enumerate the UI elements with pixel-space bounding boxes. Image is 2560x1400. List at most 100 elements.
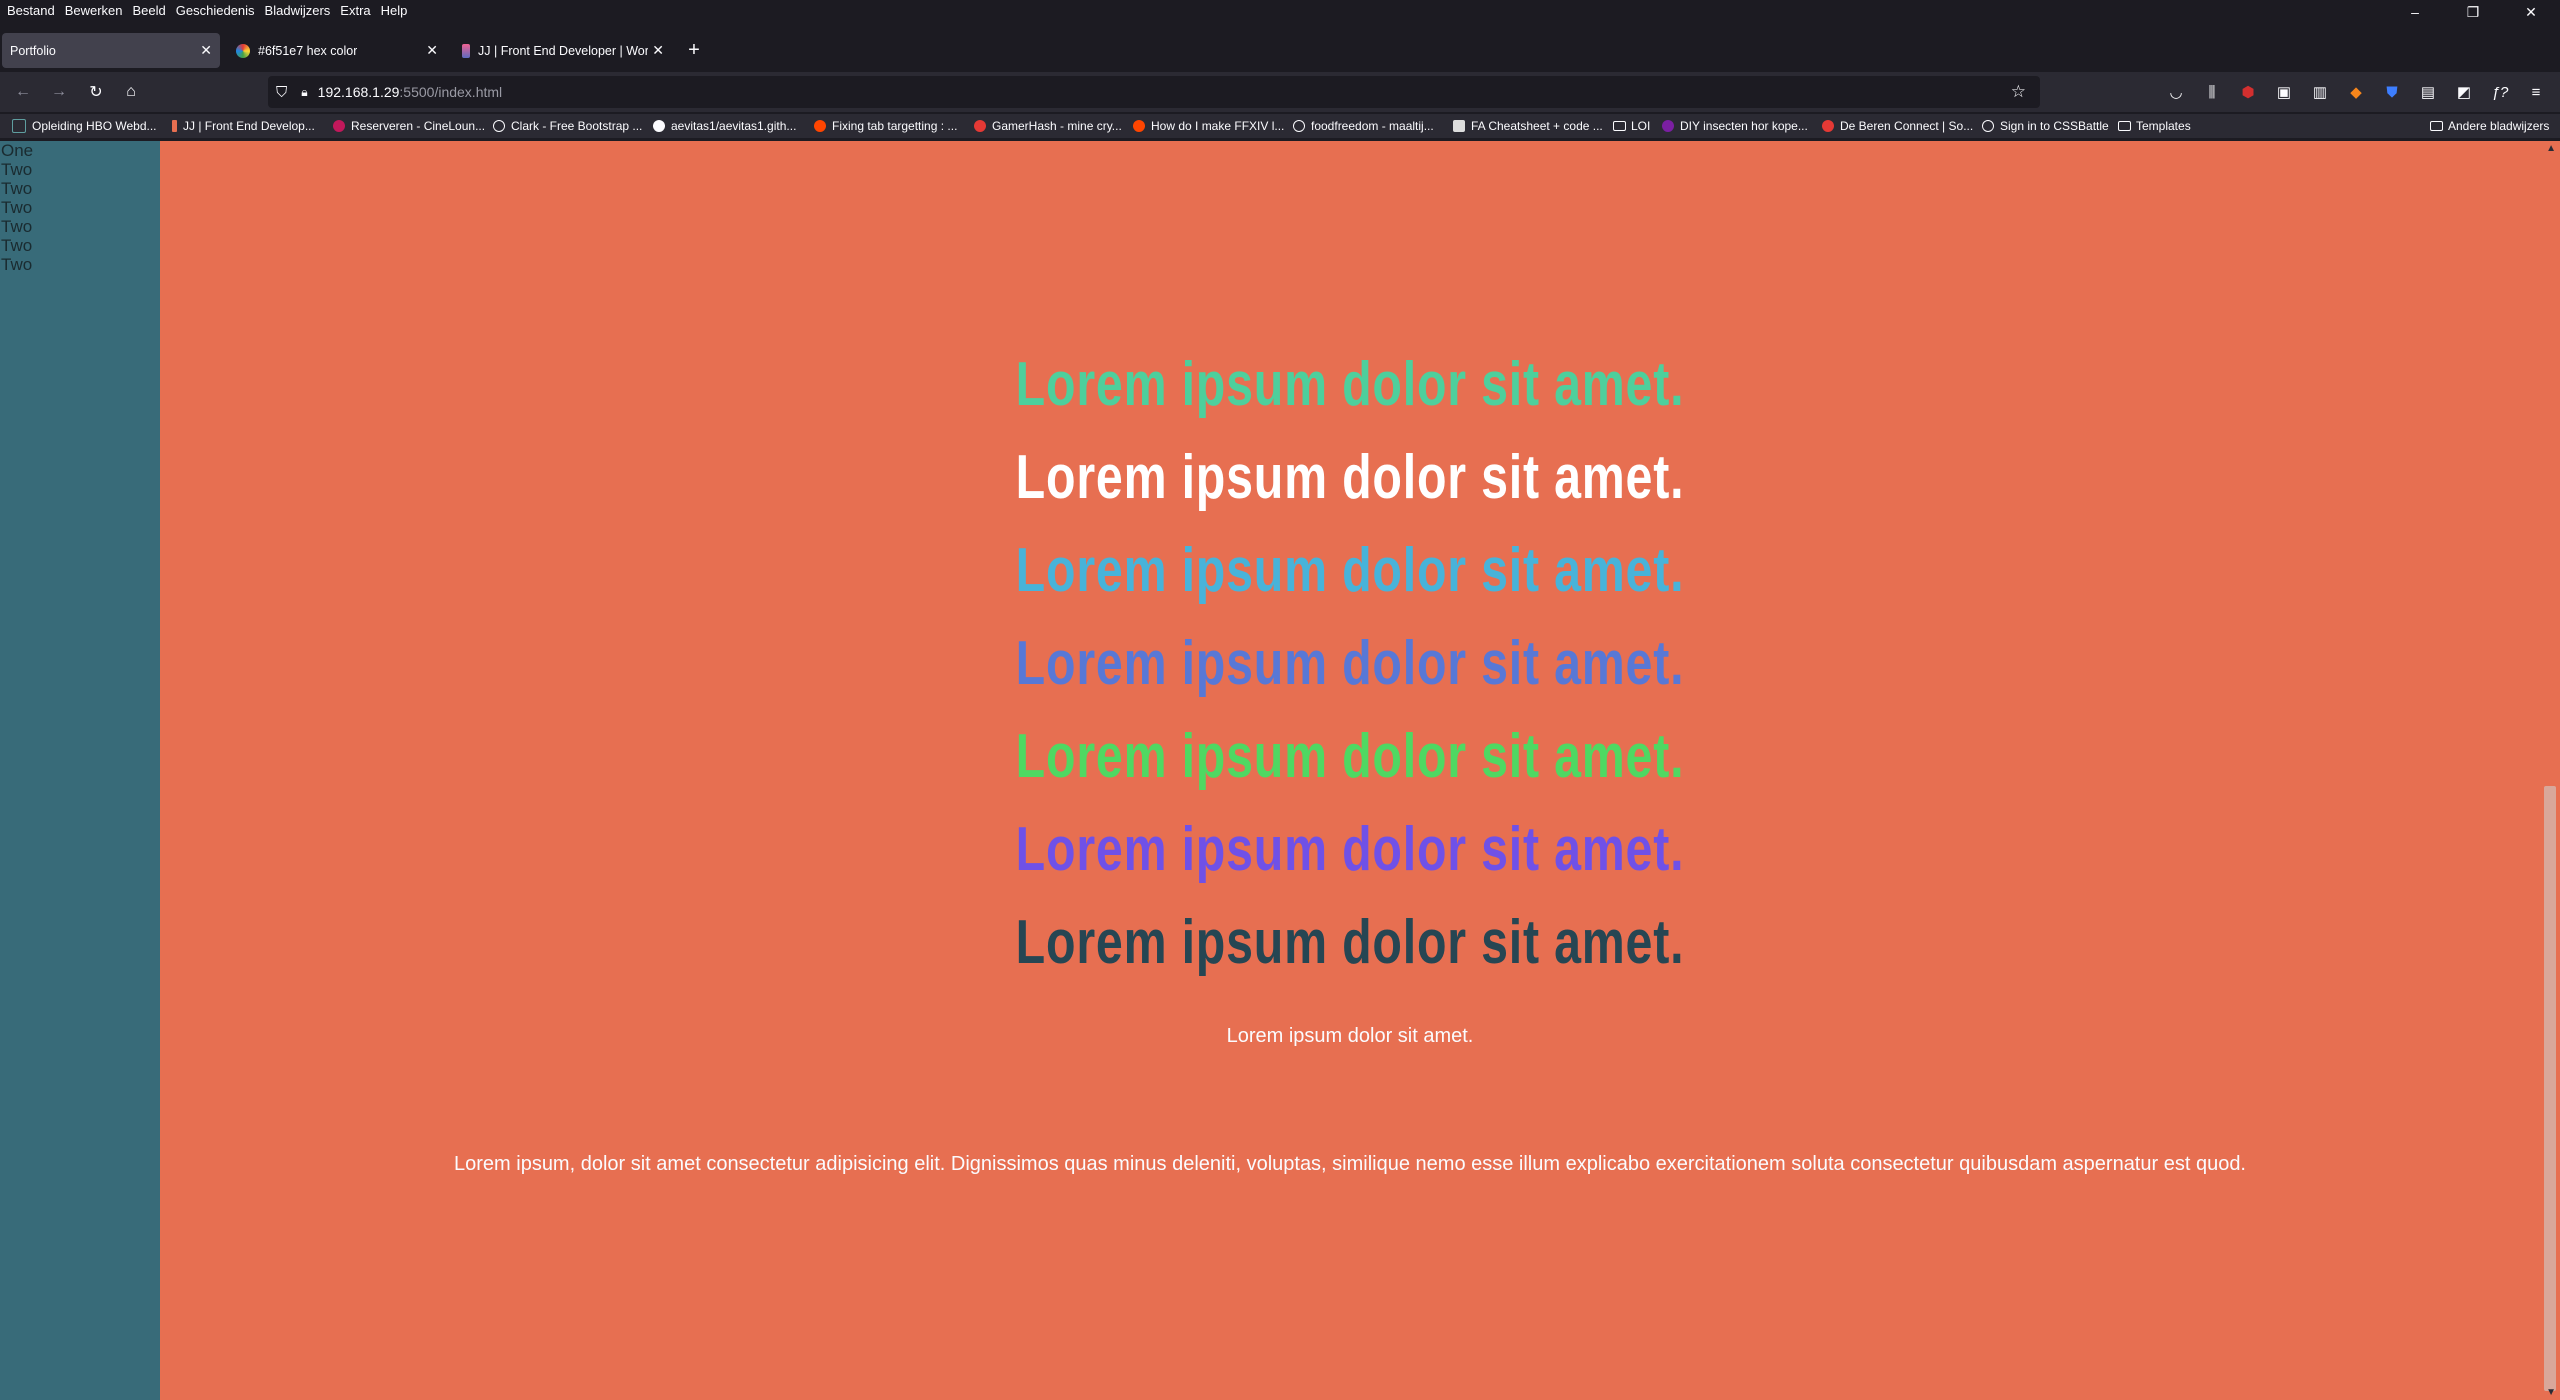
sidebar-item: Two — [1, 179, 33, 198]
sidebar: One Two Two Two Two Two Two — [0, 141, 160, 1400]
bookmark-folder[interactable]: LOI — [1613, 114, 1650, 138]
sidebar-item: Two — [1, 217, 33, 236]
bookmark-label: GamerHash - mine cry... — [992, 119, 1122, 133]
menu-beeld[interactable]: Beeld — [133, 3, 166, 18]
bookmark-label: Reserveren - CineLoun... — [351, 119, 486, 133]
scrollbar-thumb[interactable] — [2544, 786, 2556, 1391]
close-window-button[interactable]: ✕ — [2502, 0, 2560, 24]
bookmark-item[interactable]: GamerHash - mine cry... — [974, 114, 1122, 138]
headline-stack: Lorem ipsum dolor sit amet. Lorem ipsum … — [160, 338, 2540, 989]
folder-icon — [2118, 121, 2131, 131]
tab-label: JJ | Front End Developer | Word — [478, 43, 648, 58]
menu-bestand[interactable]: Bestand — [7, 3, 55, 18]
window-controls: – ❐ ✕ — [2386, 0, 2560, 24]
bookmark-item[interactable]: De Beren Connect | So... — [1822, 114, 1973, 138]
extension3-icon[interactable]: ◩ — [2446, 80, 2482, 104]
bookmark-item[interactable]: foodfreedom - maaltij... — [1293, 114, 1434, 138]
restore-button[interactable]: ❐ — [2444, 0, 2502, 24]
bookmark-label: Fixing tab targetting : ... — [832, 119, 958, 133]
bookmark-item[interactable]: DIY insecten hor kope... — [1662, 114, 1808, 138]
scroll-up-icon[interactable]: ▲ — [2546, 143, 2556, 154]
bookmark-item[interactable]: Fixing tab targetting : ... — [814, 114, 957, 138]
headline: Lorem ipsum dolor sit amet. — [1015, 629, 1685, 698]
other-bookmarks-folder[interactable]: Andere bladwijzers — [2430, 114, 2549, 138]
headline: Lorem ipsum dolor sit amet. — [1015, 908, 1685, 977]
bitwarden-icon[interactable]: ⛊ — [2374, 80, 2410, 104]
fontawesome-icon — [1453, 120, 1465, 132]
page-viewport: One Two Two Two Two Two Two Lorem ipsum … — [0, 141, 2560, 1400]
bookmark-item[interactable]: JJ | Front End Develop... — [172, 114, 315, 138]
globe-icon — [1982, 120, 1994, 132]
connection-lock-icon[interactable]: 🔒︎ — [301, 85, 307, 100]
back-button[interactable]: ← — [11, 80, 35, 104]
reload-button[interactable]: ↻ — [84, 80, 108, 104]
tab-jj-front-end[interactable]: JJ | Front End Developer | Word ✕ — [454, 33, 672, 68]
colorhexa-favicon-icon — [236, 43, 250, 58]
tab-label: #6f51e7 hex color — [258, 43, 358, 58]
address-bar[interactable]: ⛉ 🔒︎ 192.168.1.29:5500/index.html ☆ — [268, 76, 2040, 108]
subtitle: Lorem ipsum dolor sit amet. — [1226, 1025, 1474, 1047]
tracking-shield-icon[interactable]: ⛉ — [276, 84, 287, 101]
home-button[interactable]: ⌂ — [119, 80, 143, 104]
bookmark-item[interactable]: Reserveren - CineLoun... — [333, 114, 485, 138]
menu-geschiedenis[interactable]: Geschiedenis — [176, 3, 255, 18]
scroll-down-icon[interactable]: ▼ — [2546, 1387, 2556, 1398]
tab-hex-color[interactable]: #6f51e7 hex color ✕ — [228, 33, 446, 68]
close-tab-icon[interactable]: ✕ — [652, 42, 664, 59]
close-tab-icon[interactable]: ✕ — [426, 42, 438, 59]
bookmark-item[interactable]: FA Cheatsheet + code ... — [1453, 114, 1603, 138]
menu-bewerken[interactable]: Bewerken — [65, 3, 123, 18]
globe-icon — [493, 120, 505, 132]
bookmark-label: LOI — [1631, 119, 1651, 133]
bookmark-item[interactable]: How do I make FFXIV l... — [1133, 114, 1284, 138]
scrollbar[interactable]: ▲ ▼ — [2540, 141, 2560, 1400]
forward-button[interactable]: → — [47, 80, 71, 104]
close-tab-icon[interactable]: ✕ — [200, 42, 212, 59]
bookmark-favicon-icon — [974, 120, 986, 132]
body-paragraph: Lorem ipsum, dolor sit amet consectetur … — [454, 1153, 2246, 1175]
bookmark-item[interactable]: Clark - Free Bootstrap ... — [493, 114, 642, 138]
reddit-icon — [1133, 120, 1145, 132]
menu-bladwijzers[interactable]: Bladwijzers — [265, 3, 331, 18]
bookmark-item[interactable]: Opleiding HBO Webd... — [12, 114, 157, 138]
url-path: :5500/index.html — [399, 84, 503, 100]
menu-icon[interactable]: ≡ — [2518, 80, 2554, 104]
bookmark-label: FA Cheatsheet + code ... — [1471, 119, 1603, 133]
sidebar-item: Two — [1, 236, 33, 255]
navigation-bar: ← → ↻ ⌂ ⛉ 🔒︎ 192.168.1.29:5500/index.htm… — [0, 72, 2560, 112]
tab-bar: Portfolio ✕ #6f51e7 hex color ✕ JJ | Fro… — [0, 33, 2560, 68]
globe-icon — [1293, 120, 1305, 132]
bookmark-favicon-icon — [1662, 120, 1674, 132]
minimize-button[interactable]: – — [2386, 0, 2444, 24]
formula-icon[interactable]: ƒ? — [2482, 80, 2518, 104]
new-tab-button[interactable]: + — [684, 33, 704, 68]
tab-portfolio[interactable]: Portfolio ✕ — [2, 33, 220, 68]
bookmark-label: aevitas1/aevitas1.gith... — [671, 119, 797, 133]
library-icon[interactable]: ⫼ — [2194, 80, 2230, 104]
extension-icon[interactable]: ▣ — [2266, 80, 2302, 104]
headline: Lorem ipsum dolor sit amet. — [1015, 536, 1685, 605]
github-icon — [653, 120, 665, 132]
pocket-icon[interactable]: ◡ — [2158, 80, 2194, 104]
bookmark-star-icon[interactable]: ☆ — [2011, 82, 2026, 102]
bookmark-label: Sign in to CSSBattle — [2000, 119, 2109, 133]
barcode-icon[interactable]: ▥ — [2302, 80, 2338, 104]
bookmark-folder[interactable]: Templates — [2118, 114, 2191, 138]
folder-icon — [2430, 121, 2443, 131]
metamask-icon[interactable]: ◆ — [2338, 80, 2374, 104]
reddit-icon — [814, 120, 826, 132]
bookmark-label: JJ | Front End Develop... — [183, 119, 315, 133]
extension2-icon[interactable]: ▤ — [2410, 80, 2446, 104]
ublock-icon[interactable]: ⬢ — [2230, 80, 2266, 104]
sidebar-item: One — [1, 141, 34, 160]
url-text[interactable]: 192.168.1.29:5500/index.html — [318, 84, 502, 100]
menu-extra[interactable]: Extra — [340, 3, 370, 18]
bookmark-item[interactable]: aevitas1/aevitas1.gith... — [653, 114, 796, 138]
jj-favicon-icon — [462, 43, 470, 58]
bookmark-item[interactable]: Sign in to CSSBattle — [1982, 114, 2109, 138]
bookmarks-toolbar: Opleiding HBO Webd... JJ | Front End Dev… — [0, 114, 2560, 138]
bookmark-label: De Beren Connect | So... — [1840, 119, 1974, 133]
headline: Lorem ipsum dolor sit amet. — [1015, 722, 1685, 791]
sidebar-item: Two — [1, 160, 33, 179]
menu-help[interactable]: Help — [381, 3, 408, 18]
